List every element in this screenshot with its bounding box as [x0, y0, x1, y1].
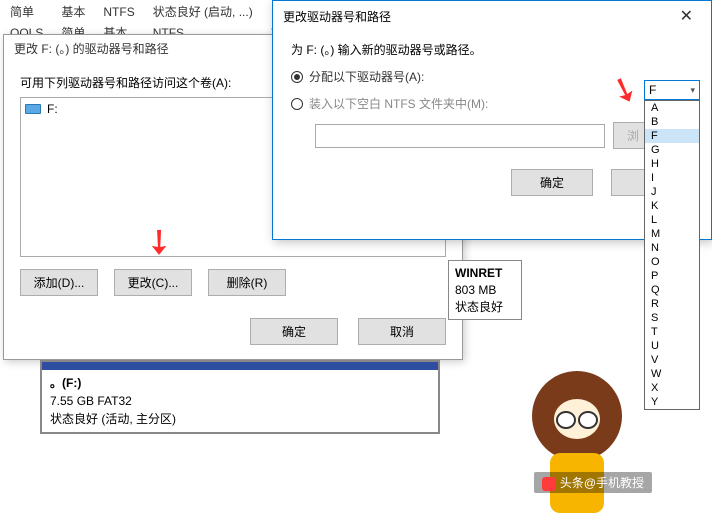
dropdown-option[interactable]: U [645, 339, 699, 353]
dropdown-selected: F [649, 83, 656, 97]
dropdown-option[interactable]: G [645, 143, 699, 157]
dialog2-title: 更改驱动器号和路径 [283, 8, 391, 25]
dropdown-option[interactable]: Y [645, 395, 699, 409]
dropdown-option[interactable]: F [645, 129, 699, 143]
radio-icon [291, 98, 303, 110]
dropdown-option[interactable]: W [645, 367, 699, 381]
radio-assign-letter[interactable]: 分配以下驱动器号(A): [291, 68, 693, 85]
radio-icon [291, 71, 303, 83]
dropdown-option[interactable]: B [645, 115, 699, 129]
close-icon[interactable]: ✕ [672, 4, 701, 28]
dropdown-option[interactable]: H [645, 157, 699, 171]
dropdown-option[interactable]: A [645, 101, 699, 115]
dialog2-ok-button[interactable]: 确定 [511, 169, 593, 196]
partition-panel[interactable]: 。(F:) 7.55 GB FAT32 状态良好 (活动, 主分区) [40, 360, 440, 434]
dialog2-instruction: 为 F: (。) 输入新的驱动器号或路径。 [291, 41, 693, 58]
dropdown-option[interactable]: N [645, 241, 699, 255]
dropdown-option[interactable]: J [645, 185, 699, 199]
dropdown-option[interactable]: P [645, 269, 699, 283]
dropdown-option[interactable]: S [645, 311, 699, 325]
cartoon-character [532, 371, 622, 461]
dropdown-option[interactable]: T [645, 325, 699, 339]
watermark-logo-icon [542, 477, 556, 491]
dropdown-option[interactable]: M [645, 227, 699, 241]
dropdown-option[interactable]: X [645, 381, 699, 395]
partition-size: 7.55 GB FAT32 [50, 392, 430, 410]
mini-size: 803 MB [455, 282, 515, 299]
change-button[interactable]: 更改(C)... [114, 269, 192, 296]
add-button[interactable]: 添加(D)... [20, 269, 98, 296]
dropdown-option[interactable]: Q [645, 283, 699, 297]
mount-path-input[interactable] [315, 124, 605, 148]
chevron-down-icon: ▾ [690, 85, 695, 96]
partition-header-bar [42, 362, 438, 370]
dropdown-list[interactable]: ABFGHIJKLMNOPQRSTUVWXY [644, 100, 700, 410]
dropdown-option[interactable]: K [645, 199, 699, 213]
ok-button[interactable]: 确定 [250, 318, 338, 345]
dropdown-option[interactable]: L [645, 213, 699, 227]
remove-button[interactable]: 删除(R) [208, 269, 286, 296]
watermark: 头条@手机教授 [534, 472, 652, 493]
dropdown-option[interactable]: V [645, 353, 699, 367]
partition-label: 。(F:) [50, 374, 430, 392]
mini-name: WINRET [455, 265, 515, 282]
drive-letter-dropdown[interactable]: F ▾ ABFGHIJKLMNOPQRSTUVWXY [644, 80, 700, 410]
drive-item-label: F: [47, 102, 58, 116]
cancel-button[interactable]: 取消 [358, 318, 446, 345]
drive-icon [25, 104, 41, 114]
dropdown-option[interactable]: R [645, 297, 699, 311]
radio-mount-label: 装入以下空白 NTFS 文件夹中(M): [309, 95, 488, 112]
dropdown-option[interactable]: O [645, 255, 699, 269]
dropdown-option[interactable]: I [645, 171, 699, 185]
radio-mount-folder[interactable]: 装入以下空白 NTFS 文件夹中(M): [291, 95, 693, 112]
mini-status: 状态良好 [455, 299, 515, 316]
partition-status: 状态良好 (活动, 主分区) [50, 410, 430, 428]
radio-assign-label: 分配以下驱动器号(A): [309, 68, 424, 85]
partition-mini[interactable]: WINRET 803 MB 状态良好 [448, 260, 522, 320]
